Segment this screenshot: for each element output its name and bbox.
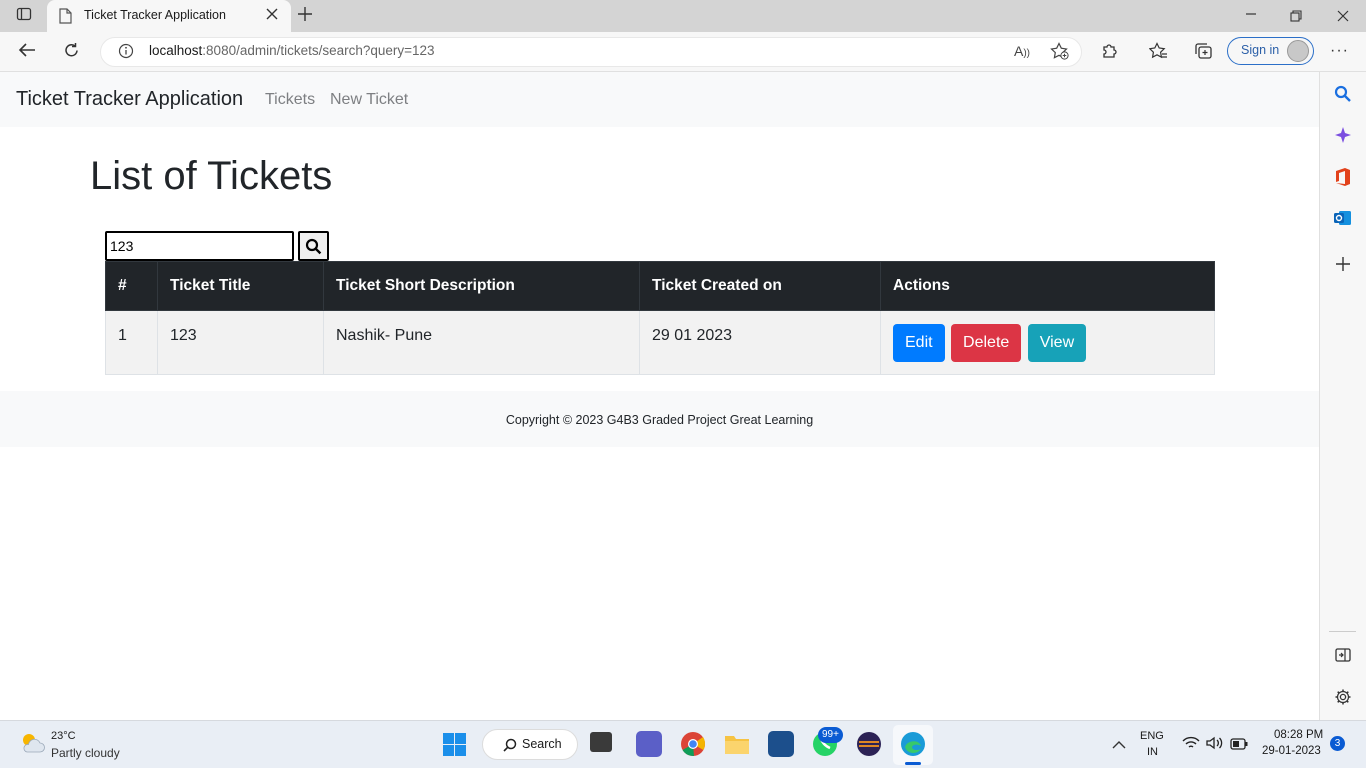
sidebar-divider <box>1329 631 1356 632</box>
wifi-icon[interactable] <box>1182 736 1200 755</box>
notification-badge[interactable]: 3 <box>1330 736 1345 751</box>
search-icon[interactable] <box>1334 85 1352 108</box>
sign-in-label: Sign in <box>1241 43 1280 57</box>
tab-actions-icon[interactable] <box>14 6 34 28</box>
search-button[interactable] <box>298 231 329 261</box>
sidebar-toggle-icon[interactable] <box>1335 647 1351 668</box>
search-input[interactable] <box>105 231 294 261</box>
table-header-row: # Ticket Title Ticket Short Description … <box>105 261 1215 311</box>
column-header-number: # <box>105 261 158 311</box>
avatar <box>1287 40 1309 62</box>
weather-description: Partly cloudy <box>51 746 120 760</box>
tab-title: Ticket Tracker Application <box>84 8 226 22</box>
minimize-icon[interactable] <box>1244 7 1258 26</box>
window-close-icon[interactable] <box>1337 9 1349 27</box>
delete-button[interactable]: Delete <box>951 324 1022 362</box>
nav-link-new-ticket[interactable]: New Ticket <box>330 91 408 109</box>
taskbar-search-label: Search <box>522 737 562 751</box>
page-icon <box>59 8 72 29</box>
volume-icon[interactable] <box>1206 736 1224 755</box>
page-title: List of Tickets <box>90 154 333 198</box>
column-header-description: Ticket Short Description <box>323 261 640 311</box>
favorites-icon[interactable] <box>1148 42 1168 65</box>
clock-date[interactable]: 29-01-2023 <box>1262 745 1321 757</box>
url-text: localhost:8080/admin/tickets/search?quer… <box>149 43 435 58</box>
info-icon[interactable] <box>118 43 134 64</box>
nav-link-tickets[interactable]: Tickets <box>265 91 315 109</box>
column-header-created: Ticket Created on <box>639 261 881 311</box>
taskbar-search-icon <box>503 738 517 757</box>
clock-time[interactable]: 08:28 PM <box>1274 729 1323 741</box>
edit-button[interactable]: Edit <box>893 324 945 362</box>
search-icon <box>305 238 322 255</box>
restore-icon[interactable] <box>1290 9 1302 27</box>
settings-icon[interactable] <box>1334 688 1352 711</box>
battery-icon[interactable] <box>1230 737 1248 755</box>
new-tab-icon[interactable] <box>294 6 316 28</box>
refresh-icon[interactable] <box>63 42 80 64</box>
language-indicator[interactable]: ENG <box>1140 730 1164 742</box>
weather-temperature: 23°C <box>51 730 76 742</box>
back-icon[interactable] <box>18 42 36 63</box>
cell-number: 1 <box>105 310 158 375</box>
chrome-icon[interactable] <box>680 731 706 762</box>
weather-icon[interactable] <box>18 730 46 761</box>
show-hidden-icons-icon[interactable] <box>1112 737 1126 755</box>
close-icon[interactable] <box>262 6 282 26</box>
cell-title: 123 <box>157 310 324 375</box>
mysql-workbench-icon[interactable] <box>768 731 794 757</box>
edge-active-indicator <box>905 762 921 765</box>
extensions-icon[interactable] <box>1101 42 1119 65</box>
windows-start-icon[interactable] <box>443 733 466 761</box>
column-header-actions: Actions <box>880 261 1215 311</box>
copilot-icon[interactable] <box>1334 126 1352 149</box>
cell-description: Nashik- Pune <box>323 310 640 375</box>
file-explorer-icon[interactable] <box>724 732 750 761</box>
collections-icon[interactable] <box>1194 42 1213 65</box>
more-icon[interactable]: ··· <box>1330 42 1349 60</box>
view-button[interactable]: View <box>1027 324 1087 362</box>
add-favorite-icon[interactable] <box>1050 42 1069 65</box>
teams-chat-icon[interactable] <box>636 731 662 757</box>
eclipse-icon[interactable] <box>856 731 882 762</box>
outlook-icon[interactable] <box>1333 209 1352 232</box>
language-region: IN <box>1147 746 1158 758</box>
cell-actions: Edit Delete View <box>880 310 1215 375</box>
edge-icon[interactable] <box>900 731 926 762</box>
tickets-table: # Ticket Title Ticket Short Description … <box>105 261 1215 375</box>
navbar-brand[interactable]: Ticket Tracker Application <box>16 88 243 111</box>
copyright-text: Copyright © 2023 G4B3 Graded Project Gre… <box>505 413 814 427</box>
task-view-icon[interactable] <box>590 732 612 752</box>
column-header-title: Ticket Title <box>157 261 324 311</box>
table-row: 1 123 Nashik- Pune 29 01 2023 Edit Delet… <box>105 310 1215 375</box>
office-icon[interactable] <box>1334 167 1352 192</box>
cell-created: 29 01 2023 <box>639 310 881 375</box>
read-aloud-icon[interactable]: A)) <box>1014 43 1030 59</box>
whatsapp-badge: 99+ <box>818 727 843 743</box>
add-icon[interactable] <box>1335 256 1351 277</box>
